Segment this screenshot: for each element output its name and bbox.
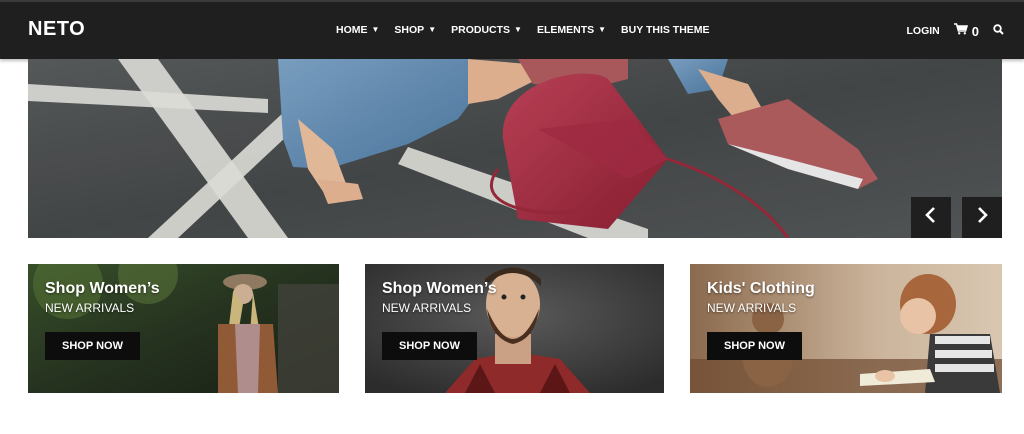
- promo-card-womens[interactable]: Shop Women’s NEW ARRIVALS SHOP NOW: [28, 264, 339, 393]
- nav-elements-label: ELEMENTS: [536, 24, 595, 36]
- shop-now-button[interactable]: SHOP NOW: [707, 332, 802, 360]
- chevron-down-icon: ▼: [514, 24, 522, 34]
- nav-elements[interactable]: ELEMENTS ▼: [537, 24, 606, 36]
- hero-image: [28, 59, 1002, 238]
- nav-buy-label: BUY THIS THEME: [621, 24, 710, 36]
- site-logo[interactable]: NETO: [28, 18, 85, 41]
- slider-next-button[interactable]: [962, 197, 1002, 238]
- hero-slider: [28, 59, 1002, 238]
- nav-home[interactable]: HOME ▼: [336, 24, 379, 36]
- nav-home-label: HOME: [336, 24, 368, 36]
- promo-subtitle: NEW ARRIVALS: [45, 301, 135, 315]
- cart-icon: [953, 22, 968, 40]
- site-header: NETO HOME ▼ SHOP ▼ PRODUCTS ▼ ELEMENTS ▼…: [0, 0, 1024, 59]
- slider-prev-button[interactable]: [911, 197, 951, 238]
- main-nav: HOME ▼ SHOP ▼ PRODUCTS ▼ ELEMENTS ▼ BUY …: [336, 24, 725, 36]
- nav-products[interactable]: PRODUCTS ▼: [451, 24, 522, 36]
- promo-card-mens[interactable]: Shop Women’s NEW ARRIVALS SHOP NOW: [365, 264, 664, 393]
- nav-shop[interactable]: SHOP ▼: [394, 24, 436, 36]
- login-link[interactable]: LOGIN: [907, 25, 940, 37]
- promo-title: Kids' Clothing: [707, 280, 815, 297]
- chevron-down-icon: ▼: [428, 24, 437, 34]
- search-button[interactable]: [993, 22, 1004, 40]
- cart-count: 0: [971, 23, 979, 39]
- nav-products-label: PRODUCTS: [451, 24, 511, 36]
- promo-subtitle: NEW ARRIVALS: [707, 301, 797, 315]
- promo-card-kids[interactable]: Kids' Clothing NEW ARRIVALS SHOP NOW: [690, 264, 1002, 393]
- promo-title: Shop Women’s: [45, 280, 160, 297]
- chevron-left-icon: [925, 207, 937, 228]
- search-icon: [993, 22, 1004, 40]
- chevron-down-icon: ▼: [371, 24, 380, 34]
- cart-button[interactable]: 0: [953, 22, 979, 40]
- promo-title: Shop Women’s: [382, 280, 497, 297]
- shop-now-button[interactable]: SHOP NOW: [382, 332, 477, 360]
- promo-subtitle: NEW ARRIVALS: [382, 301, 472, 315]
- chevron-right-icon: [976, 207, 988, 228]
- nav-shop-label: SHOP: [394, 24, 425, 36]
- nav-buy-this-theme[interactable]: BUY THIS THEME: [621, 24, 709, 36]
- header-tools: LOGIN 0: [907, 22, 1004, 40]
- chevron-down-icon: ▼: [598, 24, 607, 34]
- shop-now-button[interactable]: SHOP NOW: [45, 332, 140, 360]
